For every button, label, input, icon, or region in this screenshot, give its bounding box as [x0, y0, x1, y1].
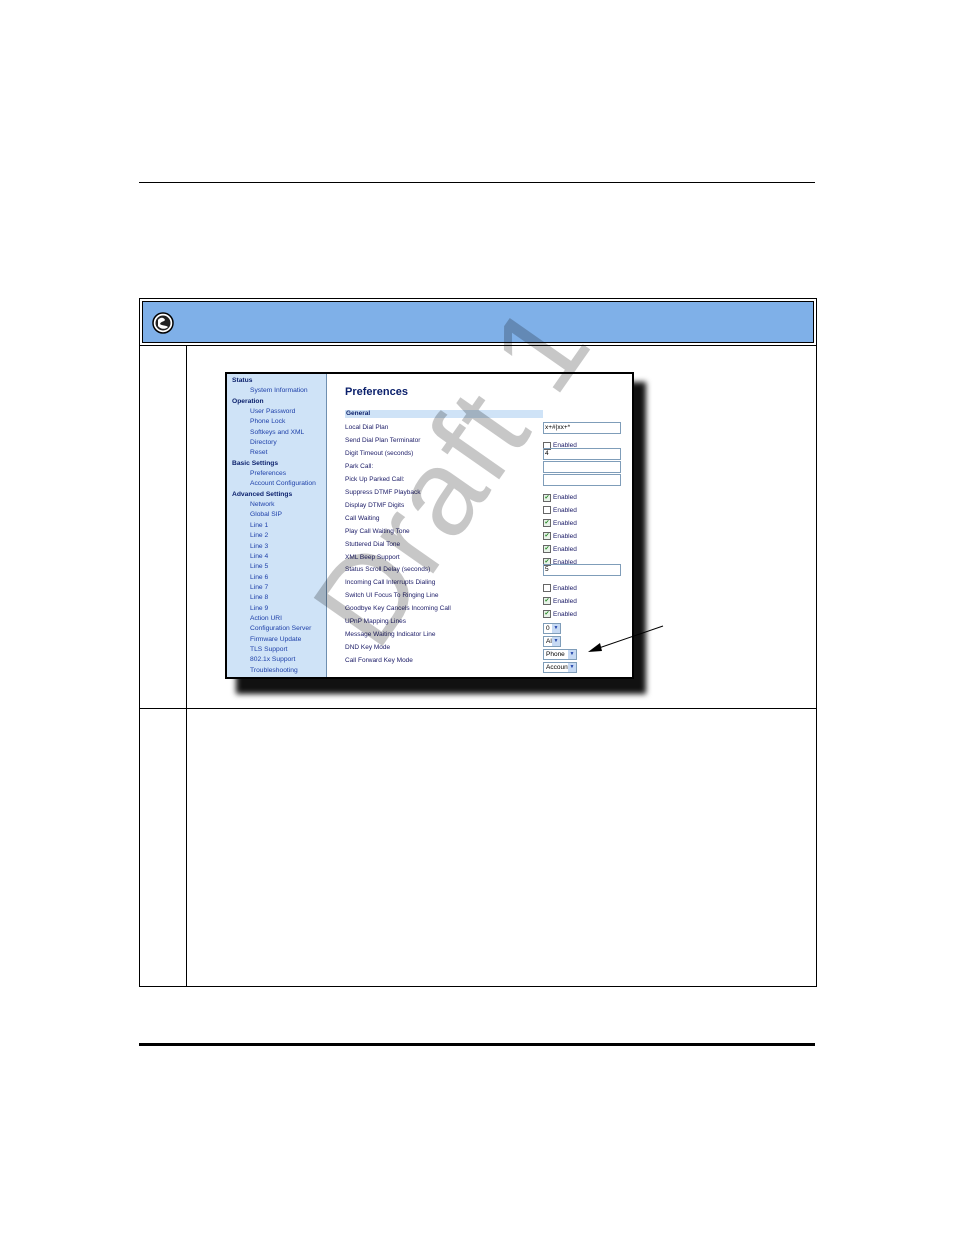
setting-label: Status Scroll Delay (seconds) [345, 566, 431, 574]
setting-label: Call Waiting [345, 514, 380, 522]
setting-label: Display DTMF Digits [345, 501, 405, 509]
dropdown-value: Account [546, 664, 570, 672]
sidebar-item[interactable]: Line 3 [227, 542, 326, 552]
sidebar-section: Operation [232, 397, 264, 405]
globe-icon [152, 312, 174, 334]
sidebar-item[interactable]: Softkeys and XML [227, 428, 326, 438]
setting-row: Incoming Call Interrupts Dialing Enabled [345, 577, 630, 593]
setting-row: Suppress DTMF Playback ✔ Enabled [345, 487, 630, 502]
sidebar-section: Advanced Settings [232, 490, 293, 498]
setting-row: Park Call: [345, 460, 630, 474]
sidebar-item[interactable]: Line 4 [227, 552, 326, 562]
setting-label: XML Beep Support [345, 553, 400, 561]
table-header-bar [142, 301, 814, 343]
setting-row: Goodbye Key Cancels Incoming Call ✔ Enable… [345, 603, 630, 619]
setting-dropdown[interactable]: Account ▼ [543, 662, 577, 674]
sidebar-item[interactable]: Line 6 [227, 573, 326, 583]
sidebar-item[interactable]: Configuration Server [227, 624, 326, 634]
sidebar-section: Status [232, 377, 253, 384]
setting-label: Incoming Call Interrupts Dialing [345, 579, 436, 587]
setting-row: Display DTMF Digits Enabled [345, 500, 630, 515]
setting-row: Stuttered Dial Tone ✔ Enabled [345, 539, 630, 554]
sidebar-item[interactable]: Reset [227, 448, 326, 458]
setting-label: Send Dial Plan Terminator [345, 436, 421, 444]
setting-row: Call Forward Key Mode Account ▼ [345, 655, 630, 674]
chevron-down-icon[interactable]: ▼ [568, 663, 576, 673]
section-header-general: General [345, 410, 543, 418]
sidebar-item[interactable]: Line 8 [227, 593, 326, 603]
setting-row: Status Scroll Delay (seconds) 5 [345, 564, 630, 577]
setting-row: Call Waiting ✔ Enabled [345, 513, 630, 528]
setting-row: Pick Up Parked Call: [345, 473, 630, 487]
setting-label: Goodbye Key Cancels Incoming Call [345, 605, 451, 613]
setting-label: Pick Up Parked Call: [345, 475, 405, 483]
sidebar-item[interactable]: Preferences [227, 469, 326, 479]
sidebar-item[interactable]: Line 9 [227, 604, 326, 614]
setting-text-field[interactable]: 4 [543, 447, 621, 460]
sidebar-item[interactable]: Troubleshooting [227, 666, 326, 676]
setting-text-field[interactable] [543, 460, 621, 473]
sidebar-item[interactable]: Global SIP [227, 510, 326, 520]
setting-label: Message Waiting Indicator Line [345, 631, 436, 639]
setting-row: Switch UI Focus To Ringing Line ✔ Enabled [345, 590, 630, 606]
sidebar-item[interactable]: Firmware Update [227, 635, 326, 645]
setting-label: Digit Timeout (seconds) [345, 449, 414, 457]
sidebar-item[interactable]: User Password [227, 407, 326, 417]
sidebar-item[interactable]: Account Configuration [227, 479, 326, 489]
sidebar-item[interactable]: Network [227, 500, 326, 510]
setting-row: Local Dial Plan x+#|xx+* [345, 422, 630, 435]
sidebar-item[interactable]: 802.1x Support [227, 655, 326, 665]
setting-text-field[interactable]: x+#|xx+* [543, 422, 621, 434]
top-rule [139, 182, 815, 183]
sidebar-item[interactable]: Action URI [227, 614, 326, 624]
sidebar-nav: Status System Information Operation User Pa… [227, 374, 327, 677]
setting-label: Stuttered Dial Tone [345, 540, 401, 548]
bottom-rule [139, 1043, 815, 1046]
setting-text-field[interactable]: 5 [543, 564, 621, 577]
sidebar-item[interactable]: Line 7 [227, 583, 326, 593]
sidebar-item[interactable]: Phone Lock [227, 417, 326, 427]
table-divider [140, 345, 816, 346]
page-title: Preferences [345, 386, 408, 398]
setting-label: Local Dial Plan [345, 424, 389, 431]
web-ui-screenshot: Status System Information Operation User Pa… [225, 372, 634, 679]
setting-text-field[interactable] [543, 473, 621, 486]
arrow-icon [588, 625, 664, 652]
setting-row: XML Beep Support ✔ Enabled [345, 552, 630, 567]
setting-label: DND Key Mode [345, 644, 391, 652]
setting-row: Play Call Waiting Tone ✔ Enabled [345, 526, 630, 541]
sidebar-item[interactable]: Line 2 [227, 531, 326, 541]
sidebar-item[interactable]: System Information [227, 386, 326, 396]
sidebar-section: Basic Settings [232, 459, 279, 467]
table-column-divider [186, 345, 187, 986]
sidebar-item[interactable]: Line 5 [227, 562, 326, 572]
setting-label: Switch UI Focus To Ringing Line [345, 592, 439, 600]
setting-label: Park Call: [345, 462, 374, 470]
sidebar-item[interactable]: Line 1 [227, 521, 326, 531]
setting-label: Call Forward Key Mode [345, 657, 413, 665]
table-divider [140, 708, 816, 709]
setting-row: Send Dial Plan Terminator Enabled [345, 435, 630, 450]
sidebar-item[interactable]: TLS Support [227, 645, 326, 655]
setting-label: UPnP Mapping Lines [345, 618, 406, 626]
setting-label: Suppress DTMF Playback [345, 488, 421, 496]
sidebar-item[interactable]: Directory [227, 438, 326, 448]
setting-row: Digit Timeout (seconds) 4 [345, 447, 630, 461]
setting-label: Play Call Waiting Tone [345, 527, 410, 535]
